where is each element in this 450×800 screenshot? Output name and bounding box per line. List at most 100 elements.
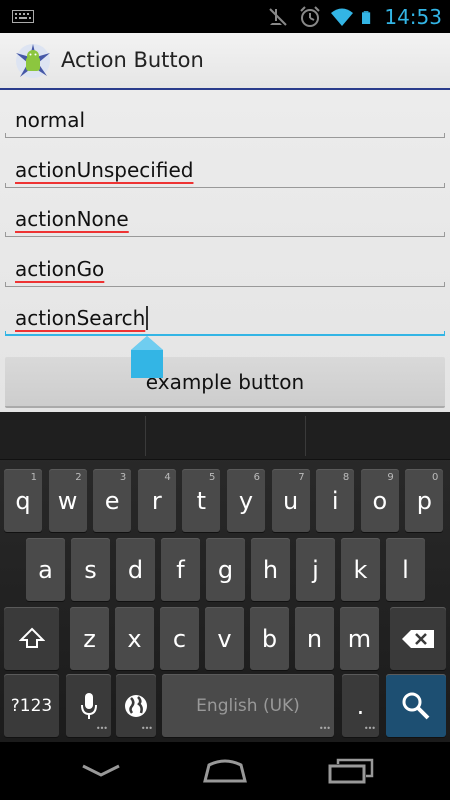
cursor-handle-icon[interactable] [131,336,163,378]
more-dots: ••• [363,724,376,733]
status-bar: 14:53 [0,0,450,33]
field-value: actionNone [15,207,129,231]
space-key[interactable]: English (UK) ••• [162,674,334,737]
key-label: o [372,486,388,515]
key-hint: 2 [75,472,82,483]
key-label: u [282,486,299,515]
key-r[interactable]: 4r [137,469,176,532]
key-v[interactable]: v [205,607,244,670]
key-e[interactable]: 3e [93,469,132,532]
key-hint: 6 [253,472,260,483]
key-z[interactable]: z [70,607,109,670]
suggestion-divider [305,416,306,456]
shift-icon [18,627,45,648]
key-hint: 4 [164,472,171,483]
key-j[interactable]: j [296,538,335,601]
more-dots: ••• [318,724,331,733]
key-label: t [196,486,207,515]
microphone-icon [80,692,97,719]
key-k[interactable]: k [341,538,380,601]
key-w[interactable]: 2w [48,469,87,532]
key-i[interactable]: 8i [316,469,355,532]
key-hint: 3 [119,472,127,483]
more-dots: ••• [95,724,108,733]
keyboard-icon [12,10,34,23]
period-key-label: . [356,691,365,720]
key-x[interactable]: x [115,607,154,670]
key-o[interactable]: 9o [360,469,399,532]
key-y[interactable]: 6y [227,469,265,532]
key-hint: 8 [342,472,350,483]
app-title: Action Button [61,48,204,72]
key-p[interactable]: 0p [405,469,444,532]
wifi-icon [331,8,354,26]
action-bar: Action Button [0,33,450,90]
key-label: w [57,486,78,515]
search-key[interactable] [386,674,446,737]
battery-icon [362,10,371,24]
alarm-icon [300,5,321,27]
text-field-normal[interactable]: normal [5,96,445,142]
recent-apps-icon[interactable] [328,758,374,784]
language-key[interactable]: ••• [116,674,156,737]
text-field-action-unspecified[interactable]: actionUnspecified [5,146,445,192]
key-l[interactable]: l [386,538,425,601]
backspace-key[interactable] [390,607,446,670]
back-icon[interactable] [78,758,124,784]
text-field-action-go[interactable]: actionGo [5,245,445,291]
key-c[interactable]: c [160,607,199,670]
home-icon[interactable] [202,758,248,784]
key-label: r [151,486,162,515]
key-s[interactable]: s [71,538,110,601]
suggestion-strip[interactable] [0,412,450,460]
text-field-action-search[interactable]: actionSearch [5,294,445,340]
key-u[interactable]: 7u [271,469,310,532]
space-key-label: English (UK) [196,695,300,716]
voice-input-key[interactable]: ••• [66,674,111,737]
field-value-wrap: actionSearch [15,306,149,330]
key-label: p [416,486,432,515]
key-hint: 5 [209,472,216,483]
key-q[interactable]: 1q [4,469,42,532]
key-t[interactable]: 5t [182,469,221,532]
field-underline [5,282,445,287]
field-value: actionGo [15,257,105,281]
mute-icon [269,7,288,26]
key-hint: 9 [387,472,394,483]
key-f[interactable]: f [161,538,200,601]
symbols-key[interactable]: ?123 [4,674,59,737]
key-h[interactable]: h [251,538,290,601]
text-field-action-none[interactable]: actionNone [5,195,445,241]
key-g[interactable]: g [206,538,245,601]
text-cursor [146,306,149,330]
key-hint: 7 [298,472,305,483]
example-button[interactable]: example button [5,357,445,408]
field-underline [5,232,445,237]
period-key[interactable]: . ••• [342,674,379,737]
key-label: e [104,486,120,515]
soft-keyboard: 1q2w3e4r5t6y7u8i9o0p asdfghjkl zxcvbnm ?… [0,412,450,742]
field-value: actionUnspecified [15,158,194,182]
backspace-icon [402,629,434,648]
field-value: actionSearch [15,306,146,330]
field-underline [5,183,445,188]
key-m[interactable]: m [340,607,379,670]
key-n[interactable]: n [295,607,334,670]
key-hint: 1 [30,472,37,483]
key-label: i [331,486,339,515]
key-label: q [15,486,31,515]
key-label: y [238,486,254,515]
key-b[interactable]: b [250,607,289,670]
key-a[interactable]: a [26,538,65,601]
key-d[interactable]: d [116,538,155,601]
clock: 14:53 [384,4,442,29]
field-underline [5,133,445,138]
field-underline [5,331,445,336]
key-hint: 0 [432,472,439,483]
shift-key[interactable] [4,607,59,670]
navigation-bar [0,742,450,800]
field-value: normal [15,108,86,132]
app-logo-icon[interactable] [14,41,52,81]
suggestion-divider [145,416,146,456]
more-dots: ••• [140,724,153,733]
